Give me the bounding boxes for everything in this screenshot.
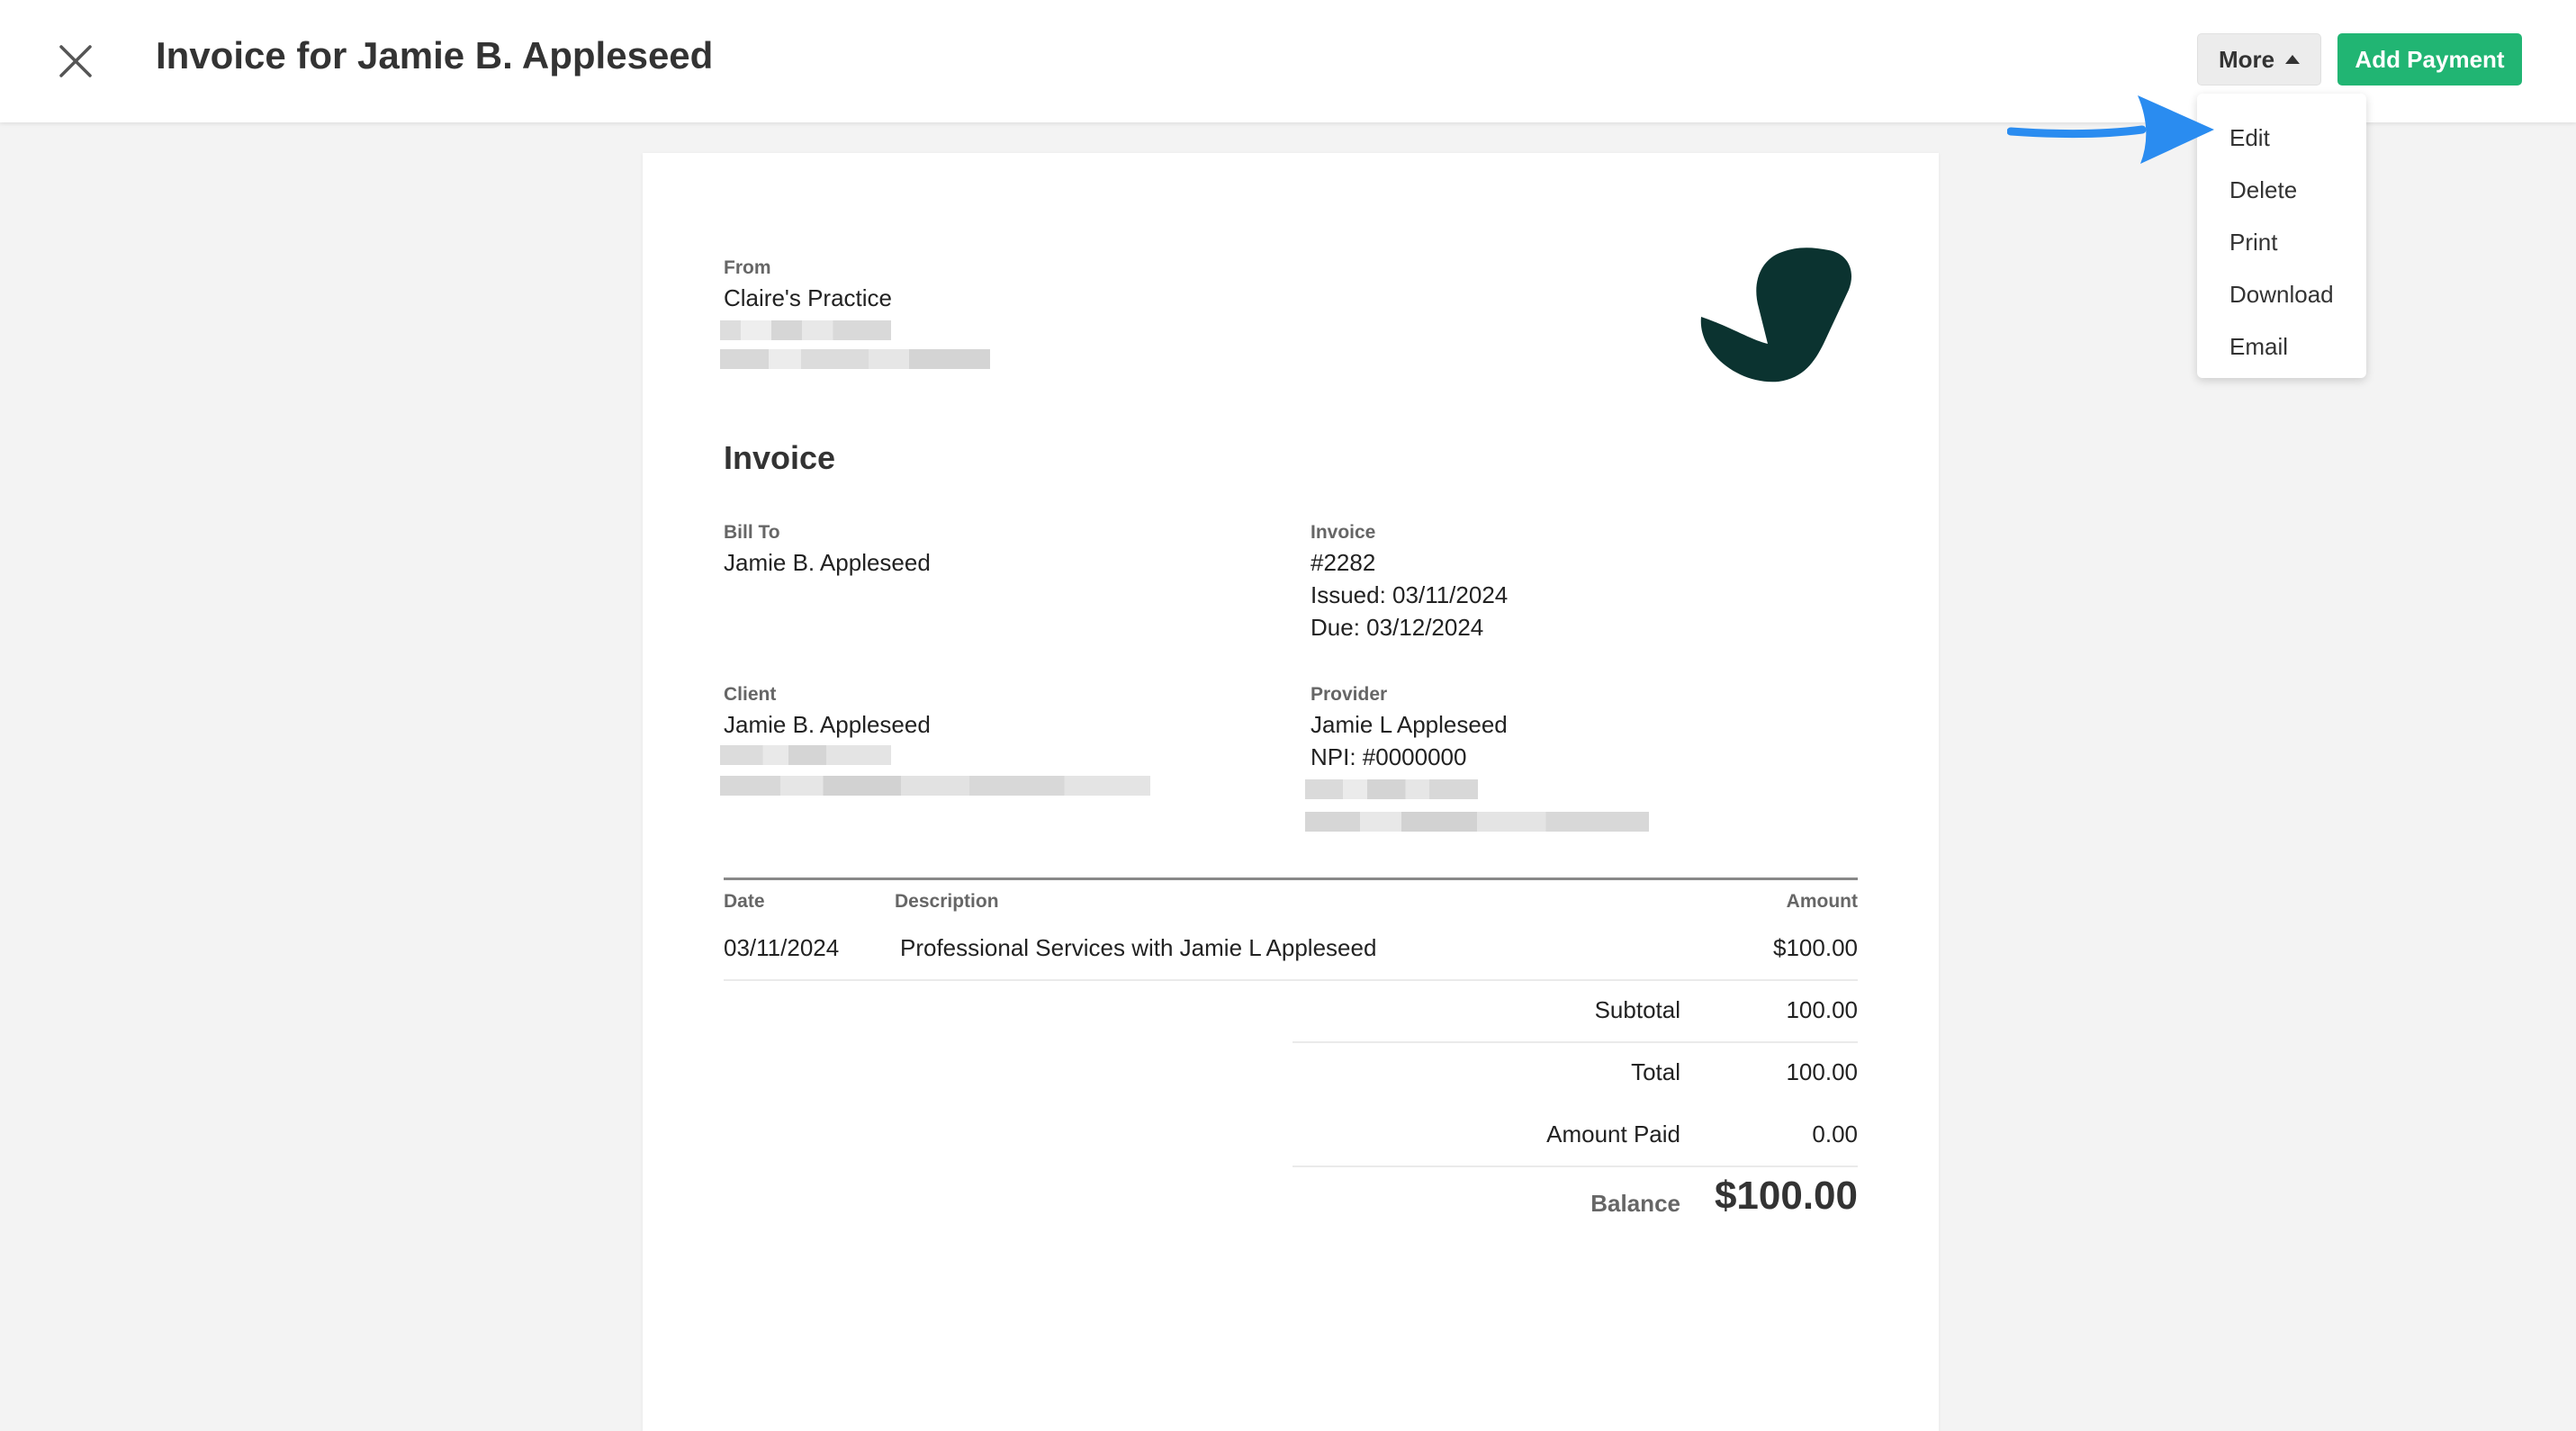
table-top-divider xyxy=(724,878,1858,880)
from-label: From xyxy=(724,257,771,278)
add-payment-button[interactable]: Add Payment xyxy=(2337,33,2522,86)
row-divider xyxy=(724,979,1858,981)
bill-to-name: Jamie B. Appleseed xyxy=(724,549,931,576)
column-header-amount: Amount xyxy=(1786,891,1858,912)
provider-label: Provider xyxy=(1311,684,1388,705)
amount-paid-value: 0.00 xyxy=(1812,1120,1858,1148)
more-button[interactable]: More xyxy=(2197,33,2321,86)
total-value: 100.00 xyxy=(1786,1058,1858,1085)
column-header-description: Description xyxy=(895,891,999,912)
more-button-label: More xyxy=(2218,45,2275,73)
provider-name: Jamie L Appleseed xyxy=(1311,711,1508,738)
invoice-heading: Invoice xyxy=(724,439,836,476)
invoice-number: #2282 xyxy=(1311,549,1376,576)
menu-item-download[interactable]: Download xyxy=(2197,268,2366,320)
balance-value: $100.00 xyxy=(1714,1174,1858,1218)
row-amount: $100.00 xyxy=(1773,934,1858,961)
balance-divider xyxy=(1293,1166,1858,1167)
practice-logo-icon xyxy=(1700,248,1852,382)
annotation-arrow-icon xyxy=(2007,95,2214,164)
row-date: 03/11/2024 xyxy=(724,934,840,961)
total-label: Total xyxy=(1631,1058,1680,1085)
close-icon[interactable] xyxy=(54,40,97,83)
invoice-document: From Claire's Practice Invoice Bill To J… xyxy=(643,153,1939,1431)
invoice-label: Invoice xyxy=(1311,522,1376,543)
summary-divider xyxy=(1293,1041,1858,1043)
due-date: Due: 03/12/2024 xyxy=(1311,614,1484,641)
column-header-date: Date xyxy=(724,891,765,912)
client-name: Jamie B. Appleseed xyxy=(724,711,931,738)
caret-up-icon xyxy=(2285,55,2301,64)
amount-paid-label: Amount Paid xyxy=(1546,1120,1680,1148)
client-label: Client xyxy=(724,684,777,705)
page-title: Invoice for Jamie B. Appleseed xyxy=(156,34,714,76)
from-name: Claire's Practice xyxy=(724,284,893,311)
menu-item-print[interactable]: Print xyxy=(2197,216,2366,268)
subtotal-label: Subtotal xyxy=(1594,996,1680,1023)
menu-item-email[interactable]: Email xyxy=(2197,320,2366,373)
provider-npi: NPI: #0000000 xyxy=(1311,743,1467,770)
row-description: Professional Services with Jamie L Apple… xyxy=(900,934,1377,961)
issued-date: Issued: 03/11/2024 xyxy=(1311,581,1509,608)
bill-to-label: Bill To xyxy=(724,522,780,543)
subtotal-value: 100.00 xyxy=(1786,996,1858,1023)
